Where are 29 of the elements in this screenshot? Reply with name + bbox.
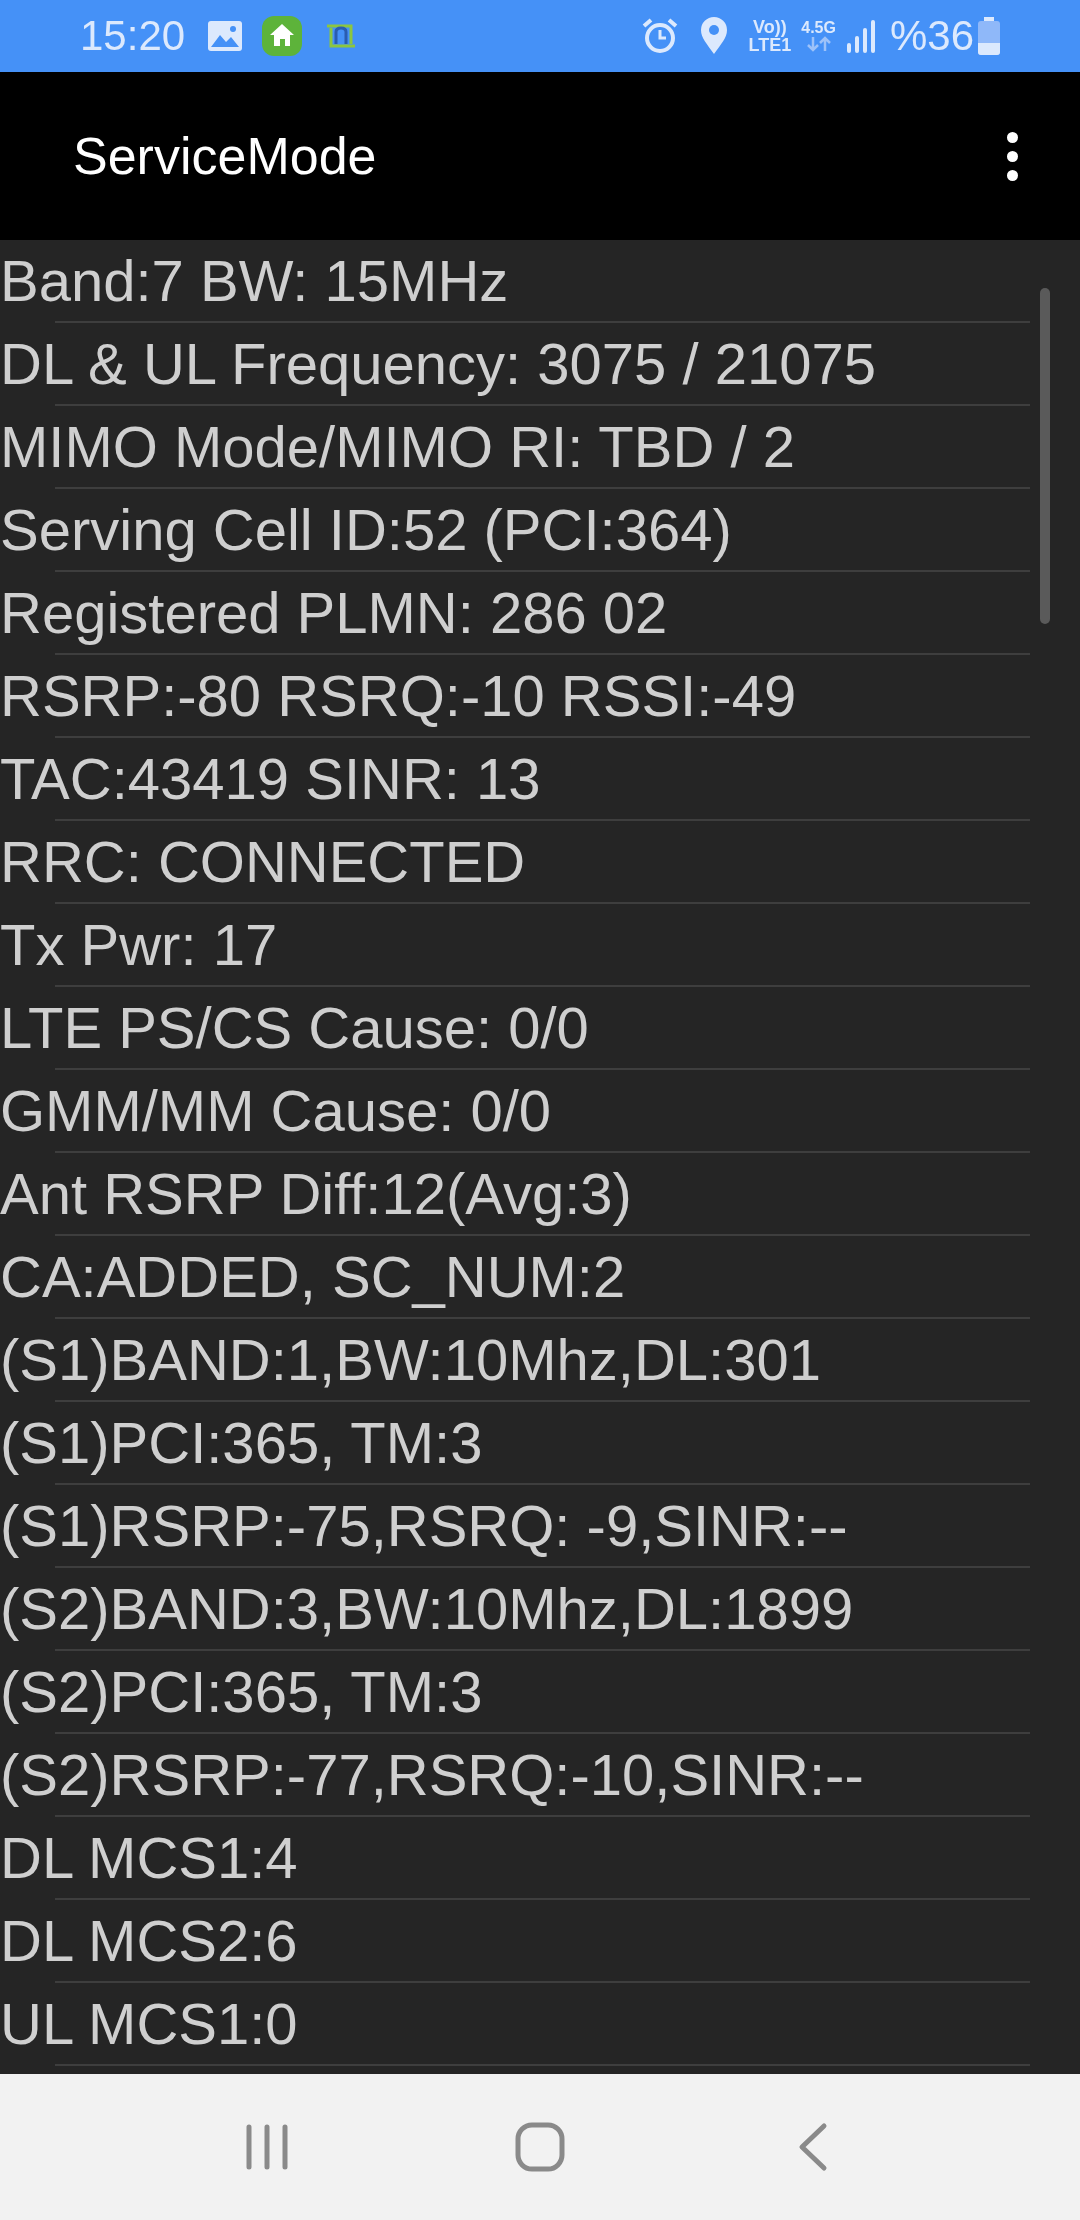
info-line: CA:ADDED, SC_NUM:2 (0, 1247, 626, 1306)
data-arrows-icon (805, 36, 832, 52)
volte-label: Vo)) (753, 18, 787, 36)
scrollbar[interactable] (1040, 288, 1050, 624)
battery-icon (978, 17, 1000, 55)
info-line: RRC: CONNECTED (0, 832, 526, 891)
home-icon (515, 2122, 565, 2172)
house-app-icon (261, 15, 304, 57)
location-icon (698, 16, 729, 56)
lte-label: LTE1 (748, 36, 792, 54)
clock: 15:20 (80, 15, 186, 57)
info-line: DL MCS1:4 (0, 1828, 298, 1887)
alarm-icon (640, 17, 679, 55)
recent-apps-icon (244, 2123, 289, 2171)
info-line: Band:7 BW: 15MHz (0, 251, 509, 310)
info-line: LTE PS/CS Cause: 0/0 (0, 998, 589, 1057)
info-line: UL MCS1:0 (0, 1994, 298, 2053)
info-line: GMM/MM Cause: 0/0 (0, 1081, 552, 1140)
info-line: Tx Pwr: 17 (0, 915, 278, 974)
network-type-label: 4.5G (801, 20, 836, 36)
battery-percent: %36 (889, 15, 974, 57)
info-line: TAC:43419 SINR: 13 (0, 749, 541, 808)
info-line: MIMO Mode/MIMO RI: TBD / 2 (0, 417, 795, 476)
back-icon (798, 2122, 829, 2172)
info-line: DL MCS2:6 (0, 1911, 298, 1970)
app-title: ServiceMode (73, 126, 377, 187)
info-line: RSRP:-80 RSRQ:-10 RSSI:-49 (0, 666, 797, 725)
signal-icon (845, 19, 878, 53)
image-icon (207, 20, 244, 52)
